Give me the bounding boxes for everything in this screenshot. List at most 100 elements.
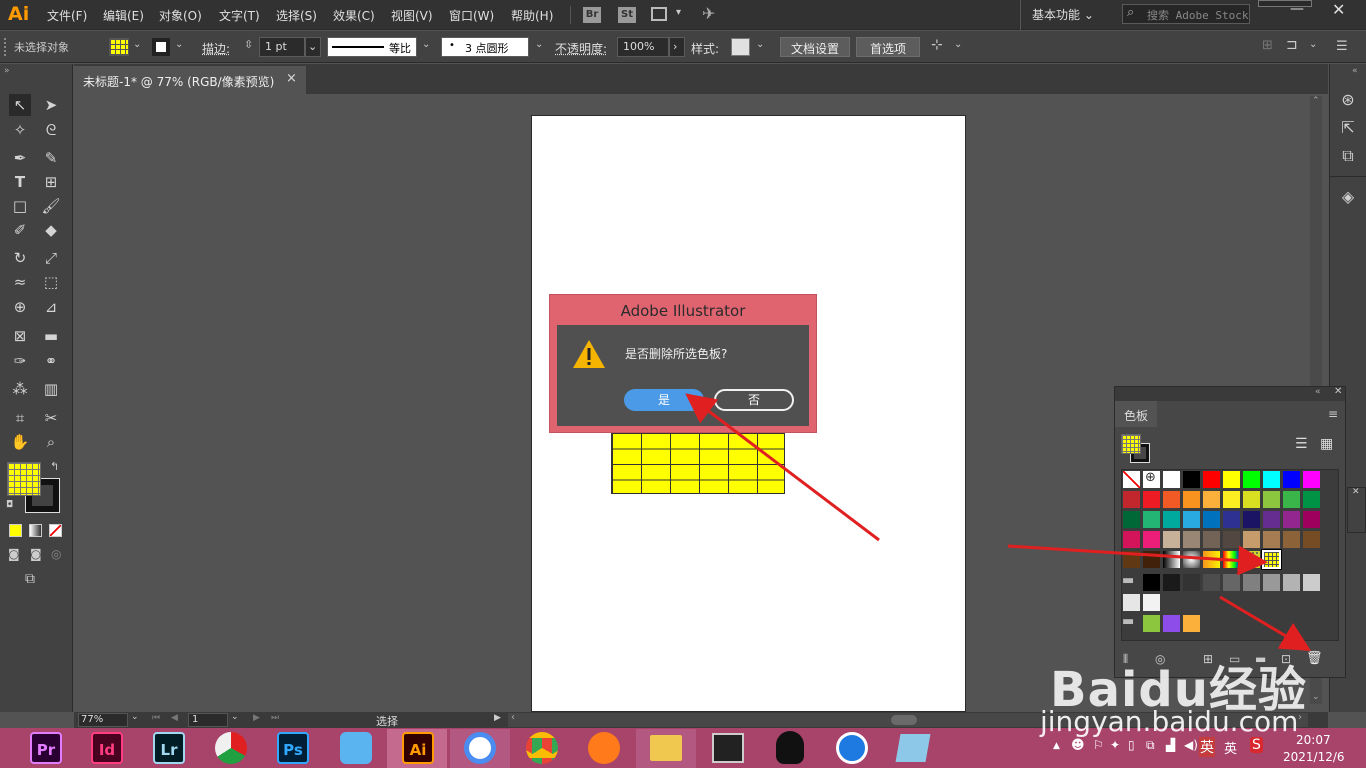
tray-expand-icon[interactable]: ▲ (1053, 741, 1060, 751)
delete-swatch-icon[interactable]: 🗑 (1306, 651, 1323, 666)
swatch[interactable] (1262, 510, 1281, 529)
fill-swatch[interactable] (109, 38, 129, 56)
none-mode-icon[interactable] (49, 524, 62, 537)
gradient-swatch[interactable] (1182, 550, 1201, 569)
menu-effect[interactable]: 效果(C) (333, 7, 375, 24)
swatch[interactable] (1222, 510, 1241, 529)
tray-icon[interactable]: ⚐ (1093, 738, 1104, 752)
stock-search-input[interactable]: 搜索 Adobe Stock (1122, 4, 1250, 24)
scroll-left-icon[interactable]: ‹ (511, 712, 515, 723)
photoshop-app-icon[interactable]: Ps (277, 732, 309, 764)
swatch[interactable] (1142, 614, 1161, 633)
tray-icon[interactable]: ▯ (1128, 738, 1135, 752)
list-view-icon[interactable]: ☰ (1295, 436, 1308, 452)
transform-icon[interactable]: ⊐ (1286, 37, 1298, 53)
line-grid-tool-icon[interactable]: ⊞ (40, 171, 62, 193)
last-artboard-icon[interactable]: ⏭ (271, 713, 279, 723)
swatch[interactable] (1202, 470, 1221, 489)
lightroom-app-icon[interactable]: Lr (153, 732, 185, 764)
chevron-down-icon[interactable]: ⌄ (535, 39, 543, 50)
chrome-app-icon[interactable] (526, 732, 558, 764)
folder-icon[interactable]: ▬ (1122, 614, 1141, 633)
swatch[interactable] (1122, 530, 1141, 549)
scroll-up-icon[interactable]: ⌃ (1312, 96, 1320, 106)
artboard-tool-icon[interactable]: ⌗ (9, 407, 31, 429)
minimize-icon[interactable]: — (1290, 1, 1304, 17)
swatch[interactable] (1182, 510, 1201, 529)
perspective-grid-tool-icon[interactable]: ⊿ (40, 296, 62, 318)
chevron-down-icon[interactable]: ⌄ (131, 712, 139, 722)
swatch[interactable] (1222, 470, 1241, 489)
draw-behind-icon[interactable]: ◙ (30, 547, 42, 561)
clock-time[interactable]: 20:07 (1296, 733, 1331, 747)
swatch[interactable] (1162, 490, 1181, 509)
menu-help[interactable]: 帮助(H) (511, 7, 553, 24)
panel-menu-icon[interactable]: ☰ (1336, 39, 1348, 54)
swatch[interactable] (1302, 510, 1321, 529)
chevron-down-icon[interactable]: ⌄ (231, 712, 239, 722)
swatch-registration[interactable]: ⊕ (1142, 470, 1161, 489)
swatch[interactable] (1222, 573, 1241, 592)
stroke-label[interactable]: 描边: (202, 40, 230, 57)
arrange-documents-icon[interactable] (651, 7, 667, 21)
swatch[interactable] (1142, 593, 1161, 612)
swatch[interactable] (1242, 573, 1261, 592)
swatch-none[interactable] (1122, 470, 1141, 489)
blend-tool-icon[interactable]: ⚭ (40, 350, 62, 372)
close-panel-icon[interactable]: ✕ (1334, 386, 1342, 397)
swatch[interactable] (1202, 530, 1221, 549)
swatch[interactable] (1242, 490, 1261, 509)
video-editor-icon[interactable] (712, 733, 744, 763)
collapse-icon[interactable]: » (4, 66, 10, 76)
column-graph-tool-icon[interactable]: ▥ (40, 378, 62, 400)
swatch[interactable] (1282, 510, 1301, 529)
swatch[interactable] (1222, 490, 1241, 509)
scroll-down-icon[interactable]: ⌄ (1312, 692, 1320, 702)
chevron-down-icon[interactable]: ▾ (676, 7, 681, 18)
shape-builder-tool-icon[interactable]: ⊕ (9, 296, 31, 318)
draw-inside-icon[interactable]: ◎ (51, 547, 61, 561)
next-artboard-icon[interactable]: ▶ (253, 713, 260, 723)
swatch[interactable] (1242, 530, 1261, 549)
align-icon[interactable]: ⊞ (1262, 38, 1273, 53)
language-indicator[interactable]: 英 (1224, 738, 1237, 757)
menu-view[interactable]: 视图(V) (391, 7, 433, 24)
swatch[interactable] (1262, 573, 1281, 592)
browser-app-icon[interactable] (464, 732, 496, 764)
swatch[interactable] (1122, 490, 1141, 509)
swatch[interactable] (1122, 510, 1141, 529)
opacity-label[interactable]: 不透明度: (555, 40, 607, 57)
menu-window[interactable]: 窗口(W) (449, 7, 494, 24)
volume-icon[interactable]: ◀) (1184, 738, 1198, 752)
menu-type[interactable]: 文字(T) (219, 7, 260, 24)
swatch[interactable] (1142, 490, 1161, 509)
tray-icon[interactable]: ⧉ (1146, 738, 1155, 753)
zoom-field[interactable]: 77% (78, 713, 128, 727)
chevron-down-icon[interactable]: ⌄ (954, 39, 962, 50)
swatch[interactable] (1282, 530, 1301, 549)
properties-panel-icon[interactable]: ⊛ (1337, 89, 1359, 111)
zoom-tool-icon[interactable]: ⌕ (40, 431, 62, 453)
swatch[interactable] (1162, 470, 1181, 489)
swatch[interactable] (1242, 470, 1261, 489)
collapse-panel-icon[interactable]: « (1315, 387, 1321, 397)
gradient-swatch[interactable] (1202, 550, 1221, 569)
bridge-button[interactable]: Br (583, 7, 601, 23)
scroll-thumb[interactable] (891, 715, 917, 725)
eyedropper-tool-icon[interactable]: ✑ (9, 350, 31, 372)
swatch[interactable] (1282, 470, 1301, 489)
curvature-tool-icon[interactable]: ✎ (40, 147, 62, 169)
swatch[interactable] (1222, 530, 1241, 549)
swatch[interactable] (1162, 614, 1181, 633)
browser2-app-icon[interactable] (836, 732, 868, 764)
qq-tray-icon[interactable]: ☻ (1071, 738, 1085, 753)
swatch[interactable] (1182, 614, 1201, 633)
paintbrush-tool-icon[interactable]: 🖌 (40, 195, 62, 217)
tray-icon[interactable]: ✦ (1110, 738, 1120, 752)
previous-artboard-icon[interactable]: ◀ (171, 713, 178, 723)
workspace-switcher[interactable]: 基本功能 ⌄ (1032, 6, 1094, 23)
opacity-field[interactable]: 100% (617, 37, 669, 57)
screen-mode-icon[interactable]: ⧉ (25, 571, 35, 587)
swatch[interactable] (1202, 573, 1221, 592)
swatch[interactable] (1162, 530, 1181, 549)
